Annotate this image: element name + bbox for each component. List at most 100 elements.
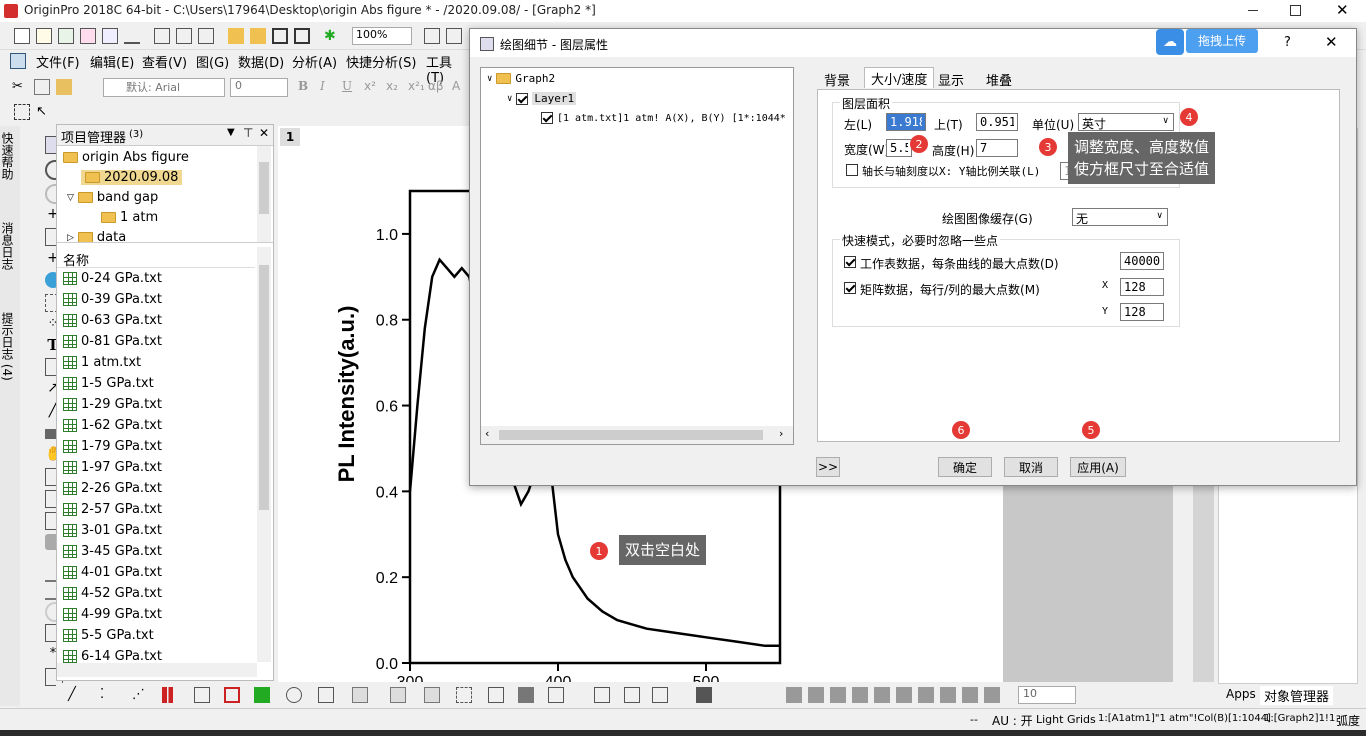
layer-checkbox[interactable]	[516, 92, 529, 105]
file-list-item[interactable]: 2-57 GPa.txt	[63, 502, 162, 517]
underline-button[interactable]: U	[342, 79, 352, 93]
layer-icon-3[interactable]	[424, 687, 440, 703]
apply-button[interactable]: 应用(A)	[1070, 457, 1126, 477]
file-list-item[interactable]: 1-62 GPa.txt	[63, 418, 162, 433]
tool-g-icon[interactable]	[918, 687, 934, 703]
tree-item-date[interactable]: 2020.09.08	[81, 170, 183, 185]
side-tab-hints[interactable]: 提示日志 (4)	[0, 312, 16, 381]
list-header[interactable]: 名称	[57, 247, 255, 269]
cut-icon[interactable]: ✂	[12, 79, 28, 95]
chevron-down-icon[interactable]: ∨	[487, 74, 492, 84]
grid-icon[interactable]	[456, 687, 472, 703]
tool-d-icon[interactable]	[852, 687, 868, 703]
left-field[interactable]	[886, 113, 926, 131]
file-list-item[interactable]: 6-14 GPa.txt	[63, 649, 162, 664]
font-grow-button[interactable]: A	[452, 79, 460, 93]
width-field[interactable]	[886, 139, 912, 157]
file-list-item[interactable]: 3-45 GPa.txt	[63, 544, 162, 559]
window-menu-icon[interactable]	[10, 53, 26, 69]
worksheet-max-field[interactable]	[1120, 252, 1164, 270]
files-scrollbar[interactable]	[257, 247, 271, 662]
box-plot-icon[interactable]	[224, 687, 240, 703]
tab-display[interactable]: 显示	[932, 69, 970, 89]
file-list-item[interactable]: 3-01 GPa.txt	[63, 523, 162, 538]
menu-edit[interactable]: 编辑(E)	[90, 52, 134, 71]
status-grid[interactable]: Light Grids	[1036, 713, 1096, 726]
plot-checkbox[interactable]	[541, 112, 553, 124]
pm-pin-icon[interactable]: ⊤	[243, 126, 253, 140]
open-icon[interactable]	[228, 28, 244, 44]
stack-icon[interactable]	[652, 687, 668, 703]
function-plot-icon[interactable]	[286, 687, 302, 703]
area-plot-icon[interactable]	[254, 687, 270, 703]
pointer-icon[interactable]: ↖	[36, 104, 52, 120]
layer-icon-1[interactable]	[352, 687, 368, 703]
new-layout-icon[interactable]	[154, 28, 170, 44]
scroll-thumb[interactable]	[259, 162, 269, 214]
arrange-icon[interactable]	[696, 687, 712, 703]
menu-view[interactable]: 查看(V)	[142, 52, 187, 71]
tool-e-icon[interactable]	[874, 687, 890, 703]
merge-icon[interactable]	[488, 687, 504, 703]
refresh-icon[interactable]: ✱	[324, 28, 340, 44]
files-hscrollbar[interactable]	[57, 663, 257, 677]
tab-stack[interactable]: 堆叠	[980, 69, 1018, 89]
tab-object-manager[interactable]: 对象管理器	[1260, 686, 1334, 705]
tree-plot[interactable]: [1 atm.txt]1 atm! A(X), B(Y) [1*:1044*	[541, 112, 786, 124]
side-tab-quick-help[interactable]: 快速帮助	[0, 132, 16, 180]
subscript-button[interactable]: x₂	[386, 79, 398, 93]
tool-i-icon[interactable]	[962, 687, 978, 703]
unit-select[interactable]: 英寸 ∨	[1078, 113, 1174, 131]
new-project-icon[interactable]	[14, 28, 30, 44]
copy-icon[interactable]	[34, 79, 50, 95]
tool-a-icon[interactable]	[786, 687, 802, 703]
menu-graph[interactable]: 图(G)	[196, 52, 229, 71]
file-list-item[interactable]: 0-81 GPa.txt	[63, 334, 162, 349]
file-list-item[interactable]: 1 atm.txt	[63, 355, 141, 370]
minimize-icon[interactable]	[1248, 10, 1258, 11]
matrix-y-field[interactable]	[1120, 303, 1164, 321]
file-list-item[interactable]: 1-79 GPa.txt	[63, 439, 162, 454]
save-icon[interactable]	[272, 28, 288, 44]
menu-quick-analysis[interactable]: 快捷分析(S)	[346, 52, 416, 71]
resize-icon[interactable]	[594, 687, 610, 703]
fill-icon[interactable]	[518, 687, 534, 703]
tool-h-icon[interactable]	[940, 687, 956, 703]
file-list-item[interactable]: 5-5 GPa.txt	[63, 628, 154, 643]
scroll-thumb[interactable]	[259, 265, 269, 510]
swap-icon[interactable]	[624, 687, 640, 703]
chevron-down-icon[interactable]: ▽	[67, 193, 74, 203]
file-list-item[interactable]: 1-29 GPa.txt	[63, 397, 162, 412]
tree-item-data[interactable]: ▷ data	[67, 230, 126, 242]
tool-j-icon[interactable]	[984, 687, 1000, 703]
open-template-icon[interactable]	[250, 28, 266, 44]
file-list-item[interactable]: 0-63 GPa.txt	[63, 313, 162, 328]
scroll-thumb[interactable]	[499, 430, 763, 440]
height-field[interactable]	[976, 139, 1018, 157]
file-list-item[interactable]: 4-52 GPa.txt	[63, 586, 162, 601]
tab-size-speed[interactable]: 大小/速度	[864, 67, 935, 88]
tree-layer1[interactable]: ∨ Layer1	[507, 92, 577, 105]
upload-widget[interactable]: ☁ 拖拽上传	[1156, 29, 1260, 55]
column-plot-icon[interactable]	[162, 687, 178, 703]
greek-button[interactable]: αβ	[428, 79, 444, 93]
menu-data[interactable]: 数据(D)	[238, 52, 284, 71]
line-symbol-plot-icon[interactable]: ⋰	[132, 687, 148, 703]
bold-button[interactable]: B	[298, 79, 308, 93]
close-window-icon[interactable]: ✕	[1336, 1, 1349, 19]
matrix-x-field[interactable]	[1120, 278, 1164, 296]
select-region-icon[interactable]	[14, 104, 30, 120]
menu-analysis[interactable]: 分析(A)	[292, 52, 337, 71]
dialog-help-button[interactable]: ?	[1284, 35, 1291, 50]
scroll-left-icon[interactable]: ‹	[485, 427, 489, 440]
tree-hscrollbar[interactable]: ‹ ›	[481, 426, 793, 444]
new-matrix-icon[interactable]	[80, 28, 96, 44]
worksheet-checkbox[interactable]	[844, 256, 856, 268]
dialog-close-button[interactable]: ✕	[1325, 33, 1338, 51]
tool-f-icon[interactable]	[896, 687, 912, 703]
tool-c-icon[interactable]	[830, 687, 846, 703]
notes-icon[interactable]	[176, 28, 192, 44]
tab-apps[interactable]: Apps	[1222, 687, 1260, 701]
expand-button[interactable]: >>	[816, 457, 840, 477]
matrix-checkbox[interactable]	[844, 282, 856, 294]
